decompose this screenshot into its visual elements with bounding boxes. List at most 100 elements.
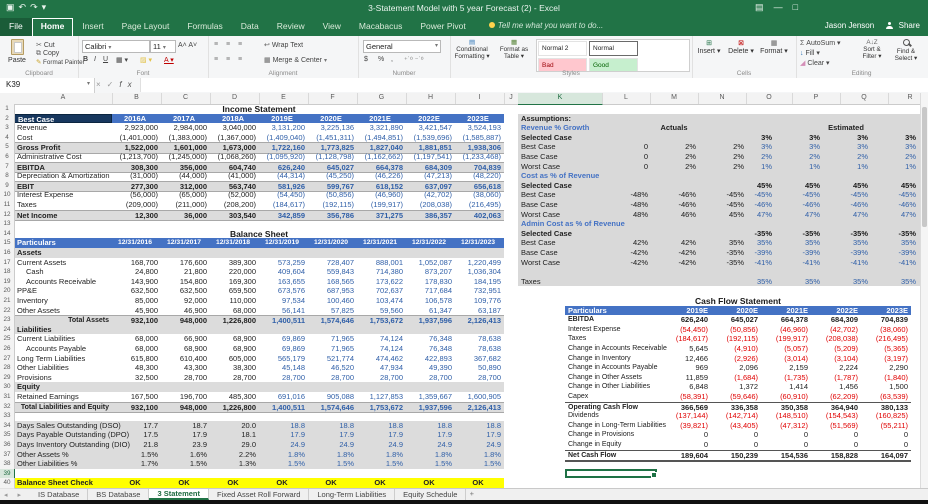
cell[interactable]: 6,848 — [661, 382, 711, 392]
cell[interactable]: 2,224 — [811, 363, 861, 373]
cell[interactable]: 2% — [822, 152, 871, 162]
cell-style-normal[interactable]: Normal — [589, 41, 638, 56]
bs-row-accounts-receivable[interactable]: Accounts Receivable143,900154,800169,300… — [14, 277, 504, 287]
find-select-button[interactable]: Find & Select ▾ — [890, 39, 922, 62]
cell[interactable]: 35% — [726, 238, 775, 248]
vertical-scrollbar-thumb[interactable] — [922, 107, 927, 227]
bs-row-current-liabilities[interactable]: Current Liabilities68,00066,90068,90069,… — [14, 334, 504, 344]
year-header[interactable]: 2023E — [861, 306, 911, 316]
column-header-O[interactable]: O — [746, 93, 793, 104]
cell[interactable]: 68,900 — [210, 334, 259, 344]
row-label[interactable]: Change in Accounts Payable — [568, 363, 658, 373]
cell[interactable]: 1,220,499 — [455, 258, 504, 268]
row-label[interactable]: Taxes — [568, 334, 586, 344]
year-header[interactable]: 2018A — [210, 114, 259, 124]
cell[interactable]: (5,057) — [761, 344, 811, 354]
cell[interactable]: 717,684 — [406, 286, 455, 296]
date-header[interactable]: 12/31/2017 — [161, 238, 210, 248]
cell[interactable]: 17.9 — [406, 430, 455, 440]
is-row-cost[interactable]: Cost(1,401,000)(1,383,000)(1,367,000)(1,… — [14, 133, 504, 143]
cell[interactable]: 1,052,087 — [406, 258, 455, 268]
cell[interactable]: (216,495) — [455, 200, 504, 210]
cell[interactable]: 3% — [870, 133, 919, 143]
cell[interactable]: 24.9 — [259, 440, 308, 450]
bs-row-cash[interactable]: Cash24,80021,800220,000409,604559,843714… — [14, 267, 504, 277]
minimize-icon[interactable]: — — [774, 2, 793, 12]
cell[interactable]: (60,910) — [761, 392, 811, 402]
cell[interactable]: 2% — [774, 152, 823, 162]
row-label[interactable]: Long Term Liabilities — [17, 354, 85, 364]
cell[interactable]: 46,520 — [308, 363, 357, 373]
cell[interactable]: 45% — [774, 181, 823, 191]
cell[interactable]: 28,700 — [210, 373, 259, 383]
enter-icon[interactable]: ✓ — [107, 80, 120, 89]
cell[interactable]: -39% — [870, 248, 919, 258]
cell[interactable]: (46,960) — [357, 190, 406, 200]
cell[interactable]: 2,984,000 — [161, 123, 210, 133]
cf-row-change-in-other-liabilities[interactable]: Change in Other Liabilities6,8481,3721,4… — [565, 382, 911, 392]
cell[interactable]: 932,100 — [112, 403, 161, 413]
assumption-group-revenue-growth[interactable]: Revenue % Growth — [518, 123, 928, 133]
cell[interactable]: 702,637 — [357, 286, 406, 296]
cell[interactable]: 422,893 — [406, 354, 455, 364]
cell[interactable]: 76,348 — [406, 334, 455, 344]
cell[interactable]: (1,128,798) — [308, 152, 357, 162]
sheet-tab-bs-database[interactable]: BS Database — [88, 489, 149, 500]
sheet-tab-long-term-liabilities[interactable]: Long-Term Liabilities — [309, 489, 395, 500]
cell[interactable]: 12,300 — [112, 211, 161, 221]
sheet-tab-fixed-asset-roll-forward[interactable]: Fixed Asset Roll Forward — [209, 489, 309, 500]
cell[interactable]: 29.0 — [210, 440, 259, 450]
is-row-net-income[interactable]: Net Income12,30036,000303,540342,859356,… — [14, 210, 504, 222]
cell[interactable]: (43,405) — [711, 421, 761, 431]
cell[interactable]: 21,800 — [161, 267, 210, 277]
cell[interactable]: 18.1 — [210, 430, 259, 440]
year-header[interactable]: 2016A — [112, 114, 161, 124]
cell[interactable]: 47% — [726, 210, 775, 220]
bs-row-current-assets[interactable]: Current Assets168,700176,600389,300573,2… — [14, 258, 504, 268]
cell[interactable]: 1.8% — [259, 450, 308, 460]
cell[interactable]: 154,536 — [761, 451, 811, 461]
cell[interactable]: 691,016 — [259, 392, 308, 402]
cell[interactable]: (184,617) — [661, 334, 711, 344]
cell[interactable]: (192,115) — [308, 200, 357, 210]
row-label[interactable]: Accounts Payable — [26, 344, 86, 354]
assumption-row-base-case[interactable]: Base Case02%2%2%2%2%2%2% — [518, 152, 928, 162]
column-header-D[interactable]: D — [210, 93, 260, 104]
cell[interactable]: -39% — [774, 248, 823, 258]
cell[interactable]: (209,000) — [112, 200, 161, 210]
cell[interactable]: 196,700 — [161, 392, 210, 402]
row-label[interactable]: Total Liabilities and Equity — [21, 403, 109, 413]
cell[interactable]: (41,000) — [210, 171, 259, 181]
cell[interactable]: 1.8% — [455, 450, 504, 460]
ratio-row-1[interactable]: Days Sales Outstanding (DSO)17.718.720.0… — [14, 421, 504, 431]
sheet-grid[interactable]: Income StatementBest Case2016A2017A2018A… — [0, 104, 928, 488]
cell[interactable]: 1,574,646 — [308, 403, 357, 413]
year-header[interactable]: 2020E — [308, 114, 357, 124]
check-value[interactable]: OK — [210, 478, 259, 488]
cell[interactable]: 154,800 — [161, 277, 210, 287]
cf-row-capex[interactable]: Capex(58,391)(59,646)(60,910)(62,209)(63… — [565, 392, 911, 402]
cell[interactable]: 17.7 — [112, 421, 161, 431]
cell[interactable]: (3,014) — [761, 354, 811, 364]
cell[interactable]: (1,494,851) — [357, 133, 406, 143]
cell[interactable]: (58,391) — [661, 392, 711, 402]
year-header[interactable]: 2022E — [406, 114, 455, 124]
cell[interactable]: 74,124 — [357, 344, 406, 354]
cell[interactable]: 106,578 — [406, 296, 455, 306]
cell[interactable]: 2,126,413 — [455, 403, 504, 413]
cell[interactable]: 18.8 — [455, 421, 504, 431]
cell[interactable]: 45% — [822, 181, 871, 191]
cell[interactable]: 28,700 — [259, 373, 308, 383]
cell[interactable]: 28,700 — [357, 373, 406, 383]
cell[interactable]: 1.5% — [455, 459, 504, 469]
cell[interactable]: 178,830 — [406, 277, 455, 287]
cell[interactable]: 1.5% — [259, 459, 308, 469]
cell[interactable]: (51,569) — [811, 421, 861, 431]
cell[interactable]: 1% — [726, 162, 775, 172]
cell[interactable]: (3,104) — [811, 354, 861, 364]
group-label[interactable]: Admin Cost as % of Revenue — [521, 219, 625, 229]
cell[interactable]: 1.6% — [161, 450, 210, 460]
wrap-text-button[interactable]: ↩ Wrap Text — [264, 41, 303, 49]
cell[interactable]: -45% — [870, 190, 919, 200]
cell[interactable]: 35% — [822, 277, 871, 287]
